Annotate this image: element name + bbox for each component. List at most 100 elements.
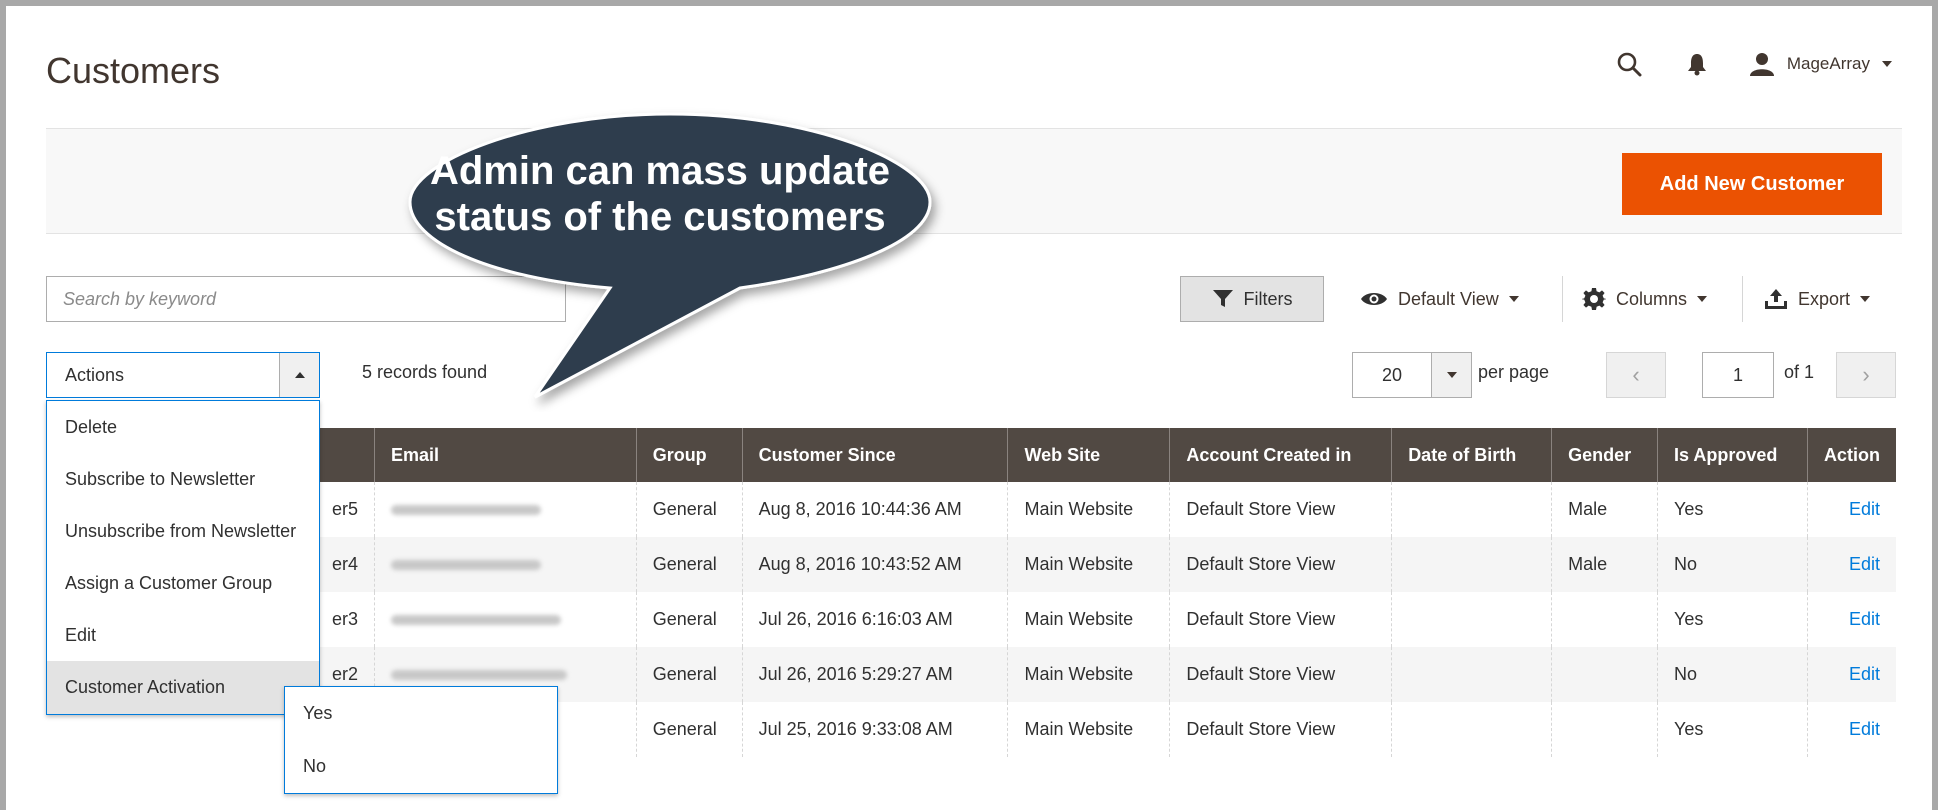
created-in-cell: Default Store View (1169, 702, 1392, 757)
next-page-button[interactable]: › (1836, 352, 1896, 398)
menu-item-subscribe-newsletter[interactable]: Subscribe to Newsletter (47, 453, 319, 505)
dob-cell (1391, 482, 1552, 537)
callout-line: status of the customers (434, 195, 886, 239)
website-cell: Main Website (1007, 537, 1170, 592)
chevron-down-icon (1882, 61, 1892, 67)
customer-since-cell: Aug 8, 2016 10:43:52 AM (741, 537, 1008, 592)
chevron-down-icon (1697, 296, 1708, 302)
filters-label: Filters (1243, 288, 1293, 309)
approved-cell: No (1657, 647, 1808, 702)
dob-cell (1391, 537, 1552, 592)
created-in-cell: Default Store View (1169, 537, 1392, 592)
gender-cell: Male (1551, 482, 1658, 537)
per-page-toggle[interactable] (1431, 353, 1471, 397)
columns-control[interactable]: Columns (1582, 276, 1708, 322)
toolbar-divider (1742, 276, 1743, 322)
mass-actions-menu: Delete Subscribe to Newsletter Unsubscri… (46, 400, 320, 715)
website-cell: Main Website (1007, 647, 1170, 702)
column-header-email[interactable]: Email (373, 428, 637, 482)
column-header-gender[interactable]: Gender (1551, 428, 1658, 482)
chevron-right-icon: › (1862, 362, 1870, 387)
column-header-customer-since[interactable]: Customer Since (741, 428, 1008, 482)
gear-icon (1582, 288, 1606, 310)
submenu-item-yes[interactable]: Yes (285, 687, 557, 740)
speech-bubble-callout (408, 112, 932, 399)
column-header-action: Action (1806, 428, 1896, 482)
page-number-input[interactable] (1702, 352, 1774, 398)
customer-since-cell: Jul 25, 2016 9:33:08 AM (741, 702, 1008, 757)
website-cell: Main Website (1007, 702, 1170, 757)
chevron-down-icon (1446, 372, 1457, 378)
notifications-bell-icon[interactable] (1681, 48, 1713, 80)
column-header-date-of-birth[interactable]: Date of Birth (1391, 428, 1552, 482)
blurred-email (390, 560, 541, 571)
website-cell: Main Website (1007, 592, 1170, 647)
menu-item-edit[interactable]: Edit (47, 609, 319, 661)
per-page-select[interactable]: 20 (1352, 352, 1472, 398)
created-in-cell: Default Store View (1169, 592, 1392, 647)
previous-page-button[interactable]: ‹ (1606, 352, 1666, 398)
gender-cell (1551, 702, 1658, 757)
add-new-customer-button[interactable]: Add New Customer (1622, 153, 1882, 215)
edit-link[interactable]: Edit (1806, 537, 1896, 592)
edit-link[interactable]: Edit (1806, 702, 1896, 757)
chevron-down-icon (1508, 296, 1519, 302)
eye-icon (1361, 293, 1387, 305)
approved-cell: Yes (1657, 592, 1808, 647)
mass-actions-toggle[interactable] (279, 353, 319, 397)
edit-link[interactable]: Edit (1806, 482, 1896, 537)
column-header-web-site[interactable]: Web Site (1007, 428, 1170, 482)
edit-link[interactable]: Edit (1806, 592, 1896, 647)
default-view-switcher[interactable]: Default View (1360, 276, 1519, 322)
group-cell: General (635, 482, 743, 537)
export-label: Export (1798, 288, 1851, 309)
website-cell: Main Website (1007, 482, 1170, 537)
menu-item-customer-activation[interactable]: Customer Activation (47, 661, 319, 714)
group-cell: General (635, 647, 743, 702)
menu-item-assign-customer-group[interactable]: Assign a Customer Group (47, 557, 319, 609)
dob-cell (1391, 702, 1552, 757)
mass-actions-select[interactable]: Actions (46, 352, 320, 398)
page-count-label: of 1 (1784, 362, 1815, 382)
funnel-icon (1212, 290, 1233, 307)
gender-cell (1551, 592, 1658, 647)
mass-actions-label: Actions (65, 364, 125, 385)
approved-cell: Yes (1657, 482, 1808, 537)
customer-activation-submenu: Yes No (284, 686, 558, 794)
edit-link[interactable]: Edit (1806, 647, 1896, 702)
default-view-label: Default View (1398, 288, 1499, 309)
toolbar-divider (1562, 276, 1563, 322)
grid-header-row: Email Group Customer Since Web Site Acco… (46, 428, 1896, 482)
email-cell (373, 537, 637, 592)
gender-cell: Male (1551, 537, 1658, 592)
approved-cell: Yes (1657, 702, 1808, 757)
chevron-down-icon (1860, 296, 1871, 302)
group-cell: General (635, 592, 743, 647)
email-cell (373, 592, 637, 647)
group-cell: General (635, 702, 743, 757)
gender-cell (1551, 647, 1658, 702)
filters-button[interactable]: Filters (1180, 276, 1324, 322)
per-page-value: 20 (1381, 364, 1403, 385)
menu-item-unsubscribe-newsletter[interactable]: Unsubscribe from Newsletter (47, 505, 319, 557)
dob-cell (1391, 647, 1552, 702)
user-account-menu[interactable]: MageArray (1749, 52, 1892, 76)
search-icon[interactable] (1613, 48, 1645, 80)
user-name: MageArray (1786, 54, 1870, 73)
column-header-is-approved[interactable]: Is Approved (1657, 428, 1808, 482)
page-actions-bar: Add New Customer (46, 128, 1902, 234)
column-header-account-created-in[interactable]: Account Created in (1169, 428, 1392, 482)
menu-item-delete[interactable]: Delete (47, 401, 319, 453)
admin-header-actions: MageArray (1613, 48, 1892, 80)
callout-text: Admin can mass update status of the cust… (380, 148, 940, 240)
chevron-up-icon (294, 372, 305, 378)
column-header-group[interactable]: Group (635, 428, 743, 482)
customer-since-cell: Jul 26, 2016 5:29:27 AM (741, 647, 1008, 702)
export-control[interactable]: Export (1764, 276, 1871, 322)
group-cell: General (635, 537, 743, 592)
approved-cell: No (1657, 537, 1808, 592)
submenu-item-no[interactable]: No (285, 740, 557, 793)
table-row: er3 General Jul 26, 2016 6:16:03 AM Main… (46, 592, 1896, 647)
table-row: er5 General Aug 8, 2016 10:44:36 AM Main… (46, 482, 1896, 537)
created-in-cell: Default Store View (1169, 647, 1392, 702)
